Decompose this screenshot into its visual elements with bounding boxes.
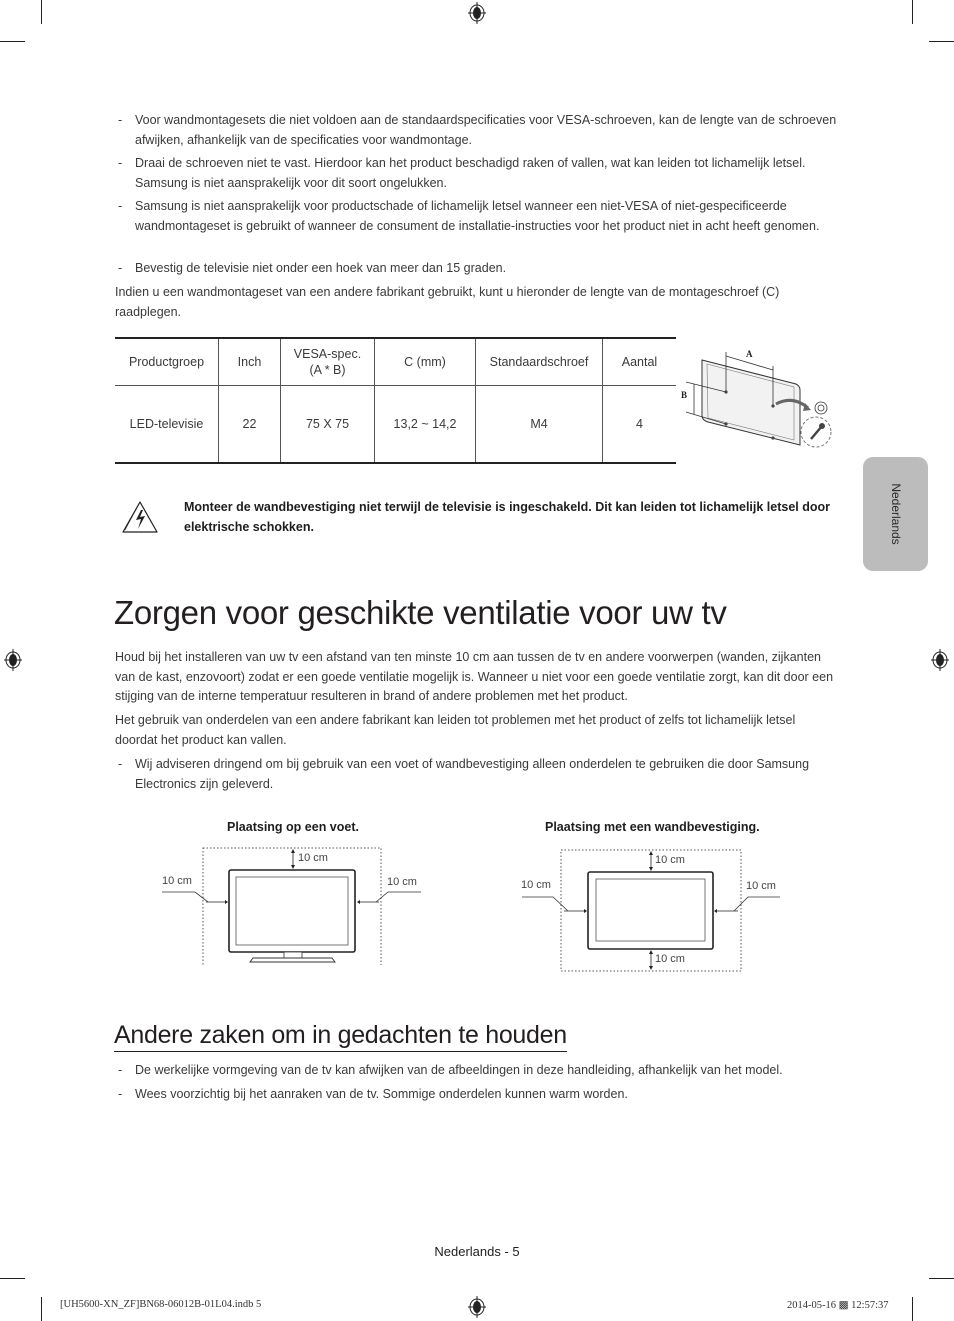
table-cell: 13,2 ~ 14,2: [374, 385, 476, 463]
column-header: C (mm): [374, 338, 476, 385]
section-title-other: Andere zaken om in gedachten te houden: [114, 1021, 567, 1052]
clearance-label-top: 10 cm: [655, 854, 685, 866]
table-header-row: Productgroep Inch VESA-spec. (A * B) C (…: [115, 338, 676, 385]
bullet-text: Samsung is niet aansprakelijk voor produ…: [135, 199, 820, 233]
clearance-label-right: 10 cm: [387, 876, 417, 888]
bullet-text: Voor wandmontagesets die niet voldoen aa…: [135, 113, 837, 147]
print-slug-timestamp: 2014-05-16 ▩ 12:57:37: [787, 1300, 889, 1311]
clearance-label-right: 10 cm: [746, 880, 776, 892]
list-item: - Samsung is niet aansprakelijk voor pro…: [118, 197, 838, 236]
print-slug-filename: [UH5600-XN_ZF]BN68-06012B-01L04.indb 5: [60, 1299, 262, 1310]
column-header: Productgroep: [128, 354, 205, 369]
bullet-text: Bevestig de televisie niet onder een hoe…: [135, 261, 507, 275]
crop-mark-top-left-h: [0, 41, 25, 42]
crop-mark-bottom-left-h: [0, 1278, 25, 1279]
list-item: - Draai de schroeven niet te vast. Hierd…: [118, 154, 838, 193]
column-header: Inch: [218, 338, 281, 385]
crop-mark-bottom-left-v: [41, 1297, 42, 1321]
bullet-text: Draai de schroeven niet te vast. Hierdoo…: [135, 156, 806, 190]
registration-mark-icon: [931, 649, 949, 671]
list-item: - Wees voorzichtig bij het aanraken van …: [118, 1085, 838, 1105]
column-header: Aantal: [602, 338, 676, 385]
dimension-label-a: A: [746, 349, 753, 359]
list-item: - Bevestig de televisie niet onder een h…: [118, 259, 838, 279]
crop-mark-top-right-v: [912, 0, 913, 24]
ventilation-paragraph: Houd bij het installeren van uw tv een a…: [115, 650, 834, 703]
language-side-tab: Nederlands: [863, 457, 928, 571]
table-cell: M4: [475, 385, 603, 463]
list-item: - De werkelijke vormgeving van de tv kan…: [118, 1061, 838, 1081]
column-header: Standaardschroef: [475, 338, 603, 385]
table-cell: 75 X 75: [280, 385, 375, 463]
vesa-mount-illustration: A B: [681, 349, 832, 448]
crop-mark-top-left-v: [41, 0, 42, 24]
clearance-label-top: 10 cm: [298, 852, 328, 864]
bullet-text: De werkelijke vormgeving van de tv kan a…: [135, 1063, 783, 1077]
table-cell: LED-televisie: [129, 416, 204, 431]
table-cell: 22: [218, 385, 281, 463]
stand-placement-diagram: [162, 847, 421, 965]
crop-mark-bottom-right-h: [929, 1278, 954, 1279]
side-tab-label: Nederlands: [888, 483, 903, 545]
bullet-dash: -: [118, 1087, 123, 1101]
crop-mark-bottom-right-v: [912, 1297, 913, 1321]
table-row: LED-televisie 22 75 X 75 13,2 ~ 14,2 M4 …: [115, 385, 676, 463]
warning-text: Monteer de wandbevestiging niet terwijl …: [184, 500, 831, 534]
bullet-text: Wees voorzichtig bij het aanraken van de…: [135, 1087, 628, 1101]
ventilation-paragraph: Het gebruik van onderdelen van een ander…: [115, 713, 796, 747]
list-item: - Voor wandmontagesets die niet voldoen …: [118, 111, 838, 150]
clearance-label-left: 10 cm: [521, 879, 551, 891]
bullet-dash: -: [118, 113, 123, 127]
dimension-label-b: B: [681, 390, 687, 400]
table-cell: 4: [602, 385, 676, 463]
column-header-text: VESA-spec. (A * B): [293, 346, 362, 377]
bullet-dash: -: [118, 156, 123, 170]
registration-mark-icon: [468, 2, 486, 24]
page-number: Nederlands - 5: [434, 1244, 520, 1259]
section-title-ventilation: Zorgen voor geschikte ventilatie voor uw…: [114, 594, 727, 631]
bullet-dash: -: [118, 261, 123, 275]
diagram-title-stand: Plaatsing op een voet.: [227, 820, 359, 834]
clearance-label-left: 10 cm: [162, 875, 192, 887]
crop-mark-top-right-h: [929, 41, 954, 42]
diagram-title-wall: Plaatsing met een wandbevestiging.: [545, 820, 760, 834]
registration-mark-icon: [468, 1296, 486, 1318]
screw-spec-table: Productgroep Inch VESA-spec. (A * B) C (…: [115, 337, 676, 464]
bullet-dash: -: [118, 1063, 123, 1077]
bullet-text: Wij adviseren dringend om bij gebruik va…: [135, 757, 810, 791]
registration-mark-icon: [4, 649, 22, 671]
list-item: - Wij adviseren dringend om bij gebruik …: [118, 755, 838, 794]
clearance-label-bottom: 10 cm: [655, 953, 685, 965]
electric-shock-warning-icon: [122, 501, 158, 533]
intro-paragraph: Indien u een wandmontageset van een ande…: [115, 285, 780, 319]
column-header: VESA-spec. (A * B): [280, 338, 375, 385]
bullet-dash: -: [118, 199, 123, 213]
bullet-dash: -: [118, 757, 123, 771]
